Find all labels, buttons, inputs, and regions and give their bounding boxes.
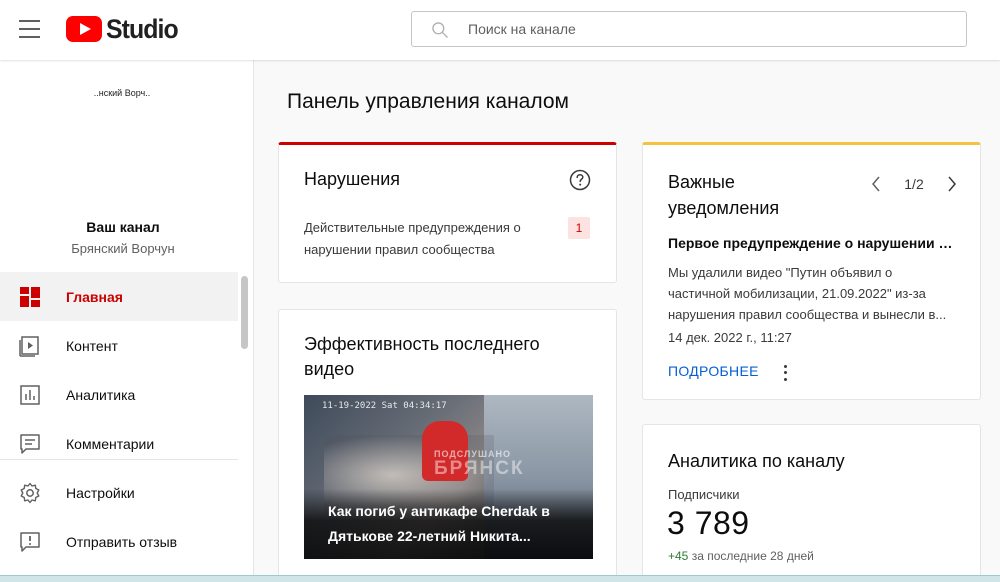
- dashboard-icon: [20, 287, 40, 307]
- chevron-right-icon: [948, 176, 956, 192]
- nav-divider: [0, 459, 238, 460]
- channel-analytics-card: Аналитика по каналу Подписчики 3 789 +45…: [642, 424, 981, 582]
- video-thumbnail-caption: Как погиб у антикафе Cherdak в Дятькове …: [328, 503, 550, 544]
- video-thumbnail[interactable]: 11-19-2022 Sat 04:34:17 ПОДСЛУШАНО БРЯНС…: [304, 395, 593, 559]
- notifications-title: Важные уведомления: [668, 172, 780, 218]
- sidebar-item-dashboard[interactable]: Главная: [0, 272, 238, 321]
- sidebar-item-label: Комментарии: [66, 435, 155, 452]
- gear-icon: [20, 482, 40, 504]
- more-options-icon[interactable]: [779, 363, 791, 383]
- search-input[interactable]: [468, 12, 948, 46]
- menu-icon[interactable]: [19, 19, 40, 39]
- sidebar-nav: Главная Контент Аналитика Комментарии: [0, 272, 238, 468]
- page-title: Панель управления каналом: [287, 90, 569, 113]
- feedback-icon: [20, 532, 40, 552]
- avatar-text: ..нский Ворч..: [93, 88, 151, 98]
- thumbnail-timestamp: 11-19-2022 Sat 04:34:17: [322, 401, 447, 411]
- delta-text: за последние 28 дней: [691, 549, 814, 563]
- logo-text: Studio: [106, 13, 179, 44]
- subscribers-value: 3 789: [667, 505, 750, 541]
- comments-icon: [20, 434, 40, 454]
- channel-title: Ваш канал: [86, 219, 160, 235]
- sidebar-item-label: Главная: [66, 288, 123, 305]
- violations-count-badge: 1: [568, 217, 590, 239]
- chevron-left-icon: [872, 176, 880, 192]
- bottom-edge-strip: [0, 575, 1000, 582]
- notifications-card: Важные уведомления 1/2 Первое предупрежд…: [642, 142, 981, 400]
- notification-body: Мы удалили видео "Путин объявил о частич…: [668, 265, 947, 322]
- details-link[interactable]: ПОДРОБНЕЕ: [668, 363, 759, 379]
- youtube-play-icon: [66, 16, 102, 42]
- sidebar-item-feedback[interactable]: Отправить отзыв: [0, 517, 238, 566]
- studio-logo[interactable]: Studio: [66, 13, 184, 44]
- sidebar-item-comments[interactable]: Комментарии: [0, 419, 238, 468]
- avatar[interactable]: ..нский Ворч..: [70, 80, 174, 184]
- top-bar: Studio: [0, 0, 1000, 60]
- sidebar-item-analytics[interactable]: Аналитика: [0, 370, 238, 419]
- violations-card: Нарушения Действительные предупреждения …: [278, 142, 617, 283]
- sidebar-item-label: Отправить отзыв: [66, 533, 178, 550]
- sidebar: ..нский Ворч.. Ваш канал Брянский Ворчун…: [0, 60, 254, 582]
- analytics-icon: [20, 385, 40, 405]
- analytics-title: Аналитика по каналу: [668, 451, 845, 471]
- sidebar-item-content[interactable]: Контент: [0, 321, 238, 370]
- subscribers-delta: +45 за последние 28 дней: [668, 549, 814, 563]
- sidebar-nav-bottom: Настройки Отправить отзыв: [0, 468, 238, 566]
- sidebar-item-label: Аналитика: [66, 386, 136, 403]
- next-button[interactable]: [945, 175, 959, 193]
- pager-text: 1/2: [904, 176, 924, 192]
- sidebar-item-label: Настройки: [66, 484, 135, 501]
- channel-name: Брянский Ворчун: [71, 241, 175, 256]
- search-box[interactable]: [411, 11, 967, 47]
- violations-title: Нарушения: [304, 169, 401, 189]
- notifications-pager: 1/2: [869, 173, 959, 195]
- subscribers-label: Подписчики: [668, 487, 740, 502]
- content-icon: [19, 336, 39, 357]
- last-video-card: Эффективность последнего видео 11-19-202…: [278, 309, 617, 582]
- prev-button[interactable]: [869, 175, 883, 193]
- last-video-title: Эффективность последнего видео: [304, 334, 540, 379]
- search-icon: [432, 22, 448, 38]
- help-icon[interactable]: [569, 169, 591, 191]
- sidebar-scrollbar[interactable]: [241, 276, 248, 349]
- delta-value: +45: [668, 549, 689, 563]
- sidebar-item-label: Контент: [66, 337, 118, 354]
- notification-heading: Первое предупреждение о нарушении правил…: [668, 235, 958, 251]
- thumbnail-watermark-big: БРЯНСК: [434, 458, 525, 479]
- notification-date: 14 дек. 2022 г., 11:27: [668, 330, 792, 345]
- violations-text: Действительные предупреждения о нарушени…: [304, 220, 521, 257]
- sidebar-item-settings[interactable]: Настройки: [0, 468, 238, 517]
